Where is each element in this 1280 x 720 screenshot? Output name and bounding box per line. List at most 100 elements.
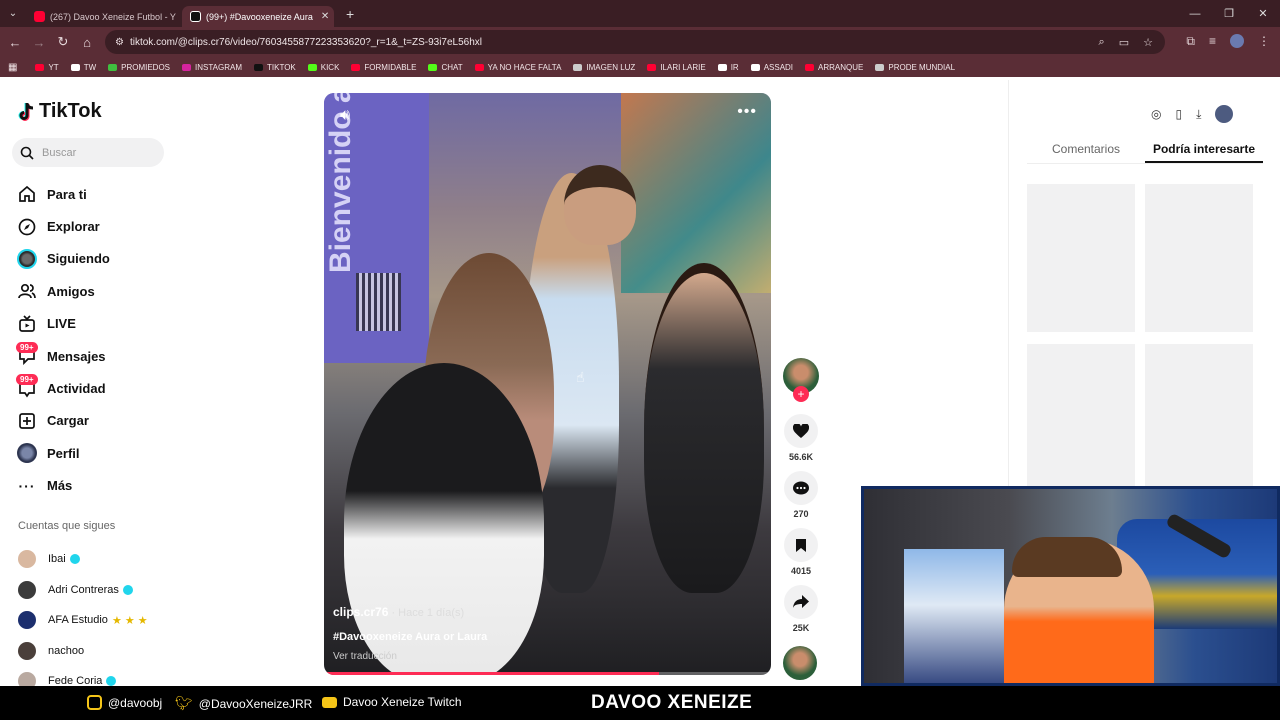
cast-icon[interactable]: ▭ (1119, 36, 1129, 49)
reload-icon[interactable]: ↻ (51, 34, 75, 50)
sidebar-item-label: Actividad (47, 381, 106, 397)
extensions-icon[interactable]: ⧉ (1186, 34, 1195, 49)
tab-comments[interactable]: Comentarios (1027, 142, 1145, 163)
bookmark-item[interactable]: TIKTOK (254, 63, 296, 72)
browser-tab-bar: ⌄ (267) Davoo Xeneize Futbol - Y ✕ (99+)… (0, 0, 1280, 27)
bookmark-item[interactable]: PRODE MUNDIAL (875, 63, 955, 72)
share-action[interactable]: 25K (783, 585, 819, 633)
bookmark-item[interactable]: TW (70, 63, 96, 72)
forward-icon[interactable]: → (27, 35, 51, 50)
volume-icon[interactable]: 🔊︎ (340, 107, 350, 125)
video-caption[interactable]: #Davooxeneize Aura or Laura (333, 631, 487, 643)
profile-icon[interactable] (1230, 34, 1244, 48)
bookmark-favicon-icon (428, 63, 438, 71)
video-thumbnail-placeholder[interactable] (1145, 344, 1253, 492)
video-thumbnail-placeholder[interactable] (1027, 184, 1135, 332)
bookmark-favicon-icon (108, 63, 118, 71)
tiktok-icon (190, 11, 201, 22)
bookmark-item[interactable]: FORMIDABLE (351, 63, 416, 72)
sidebar-item-cargar[interactable]: Cargar (16, 405, 110, 437)
site-info-icon[interactable]: ⚙ (115, 37, 124, 48)
bookmark-item[interactable]: ASSADI (750, 63, 793, 72)
close-window-icon[interactable]: ✕ (1246, 0, 1280, 27)
more-icon: ··· (18, 477, 36, 494)
video-thumbnail-placeholder[interactable] (1027, 344, 1135, 492)
tab-list-dropdown-icon[interactable]: ⌄ (0, 8, 26, 19)
bookmark-item[interactable]: ARRANQUE (805, 63, 863, 72)
sound-avatar[interactable] (783, 646, 817, 680)
download-icon[interactable]: ⤓ (1196, 107, 1201, 122)
sidebar-item-siguiendo[interactable]: Siguiendo (16, 243, 110, 275)
followed-account[interactable]: Adri Contreras (18, 575, 148, 606)
tiktok-logo-icon (18, 102, 34, 121)
bookmark-label: ARRANQUE (818, 62, 864, 72)
video-thumbnail-placeholder[interactable] (1145, 184, 1253, 332)
account-name: Adri Contreras (48, 583, 119, 596)
sidebar-item-mensajes[interactable]: 99+ Mensajes (16, 340, 110, 372)
bookmark-item[interactable]: ILARI LARIE (647, 63, 706, 72)
video-player[interactable]: Bienvenido al Club 🔊︎ ••• ☝︎ clips.cr76 … (324, 93, 771, 675)
bookmark-item[interactable]: YA NO HACE FALTA (474, 63, 561, 72)
bookmark-item[interactable]: KICK (307, 63, 339, 72)
browser-tab-tiktok[interactable]: (99+) #Davooxeneize Aura ✕ (182, 6, 334, 27)
twitter-icon: 🐦︎ (175, 695, 193, 711)
window-controls: — ❐ ✕ (1178, 0, 1280, 27)
bookmark-item[interactable]: YT (35, 63, 59, 72)
omnibox-icons: ⌕ ▭ ☆ (1099, 36, 1153, 49)
creator-avatar[interactable]: + (783, 358, 819, 402)
video-person-head (564, 165, 636, 245)
close-tab-icon[interactable]: ✕ (321, 11, 329, 22)
video-more-options-icon[interactable]: ••• (737, 103, 757, 121)
sidebar-item-mas[interactable]: ··· Más (16, 470, 110, 502)
bookmark-item[interactable]: IMAGEN LUZ (573, 63, 635, 72)
menu-icon[interactable]: ⋮ (1258, 34, 1270, 49)
sidebar-item-live[interactable]: LIVE (16, 308, 110, 340)
comment-action[interactable]: 270 (783, 471, 819, 519)
apps-grid-icon[interactable]: ▦ (8, 62, 17, 73)
follow-plus-icon[interactable]: + (793, 386, 809, 402)
heart-icon[interactable] (784, 414, 818, 448)
zoom-icon[interactable]: ⌕ (1099, 36, 1105, 49)
back-icon[interactable]: ← (3, 35, 27, 50)
mobile-app-icon[interactable]: ▯ (1175, 107, 1182, 121)
sidebar-item-amigos[interactable]: Amigos (16, 275, 110, 307)
bookmark-label: FORMIDABLE (364, 62, 417, 72)
profile-avatar-icon (16, 443, 38, 464)
tab-recommended[interactable]: Podría interesarte (1145, 142, 1263, 163)
url-text[interactable]: tiktok.com/@clips.cr76/video/76034558772… (130, 37, 482, 48)
video-progress-bar[interactable] (324, 672, 771, 675)
new-tab-button[interactable]: + (346, 6, 354, 22)
like-action[interactable]: 56.6K (783, 414, 819, 462)
bookmark-item[interactable]: CHAT (428, 63, 463, 72)
bookmark-item[interactable]: PROMIEDOS (108, 63, 170, 72)
bookmark-item[interactable]: INSTAGRAM (182, 63, 242, 72)
sidebar-item-para-ti[interactable]: Para ti (16, 178, 110, 210)
bookmark-favicon-icon (805, 63, 815, 71)
followed-account[interactable]: nachoo (18, 636, 148, 667)
minimize-icon[interactable]: — (1178, 0, 1212, 27)
sidebar-item-label: Para ti (47, 186, 87, 202)
save-action[interactable]: 4015 (783, 528, 819, 576)
search-input[interactable]: Buscar (12, 138, 164, 167)
sidebar-item-perfil[interactable]: Perfil (16, 437, 110, 469)
share-icon[interactable] (784, 585, 818, 619)
user-avatar[interactable] (1215, 105, 1234, 123)
reading-list-icon[interactable]: ≡ (1209, 34, 1216, 49)
sidebar-nav: Para ti Explorar Siguiendo Amigos LIVE 99+ Men… (16, 178, 110, 502)
translate-link[interactable]: Ver traducción (333, 651, 397, 662)
sidebar-item-explorar[interactable]: Explorar (16, 210, 110, 242)
tiktok-logo[interactable]: TikTok (18, 100, 102, 123)
address-bar[interactable]: ⚙ tiktok.com/@clips.cr76/video/760345587… (105, 30, 1165, 54)
comment-icon[interactable] (784, 471, 818, 505)
browser-tab-youtube[interactable]: (267) Davoo Xeneize Futbol - Y ✕ (26, 6, 178, 27)
coins-icon[interactable]: ◎ (1151, 107, 1161, 121)
followed-account[interactable]: Ibai (18, 544, 148, 575)
followed-account[interactable]: AFA Estudio ★ ★ ★ (18, 605, 148, 636)
restore-icon[interactable]: ❐ (1212, 0, 1246, 27)
home-icon[interactable]: ⌂ (75, 35, 99, 50)
video-author[interactable]: clips.cr76 (333, 605, 388, 619)
bookmark-star-icon[interactable]: ☆ (1143, 36, 1153, 49)
bookmark-icon[interactable] (784, 528, 818, 562)
bookmark-item[interactable]: IR (717, 63, 739, 72)
sidebar-item-actividad[interactable]: 99+ Actividad (16, 372, 110, 404)
